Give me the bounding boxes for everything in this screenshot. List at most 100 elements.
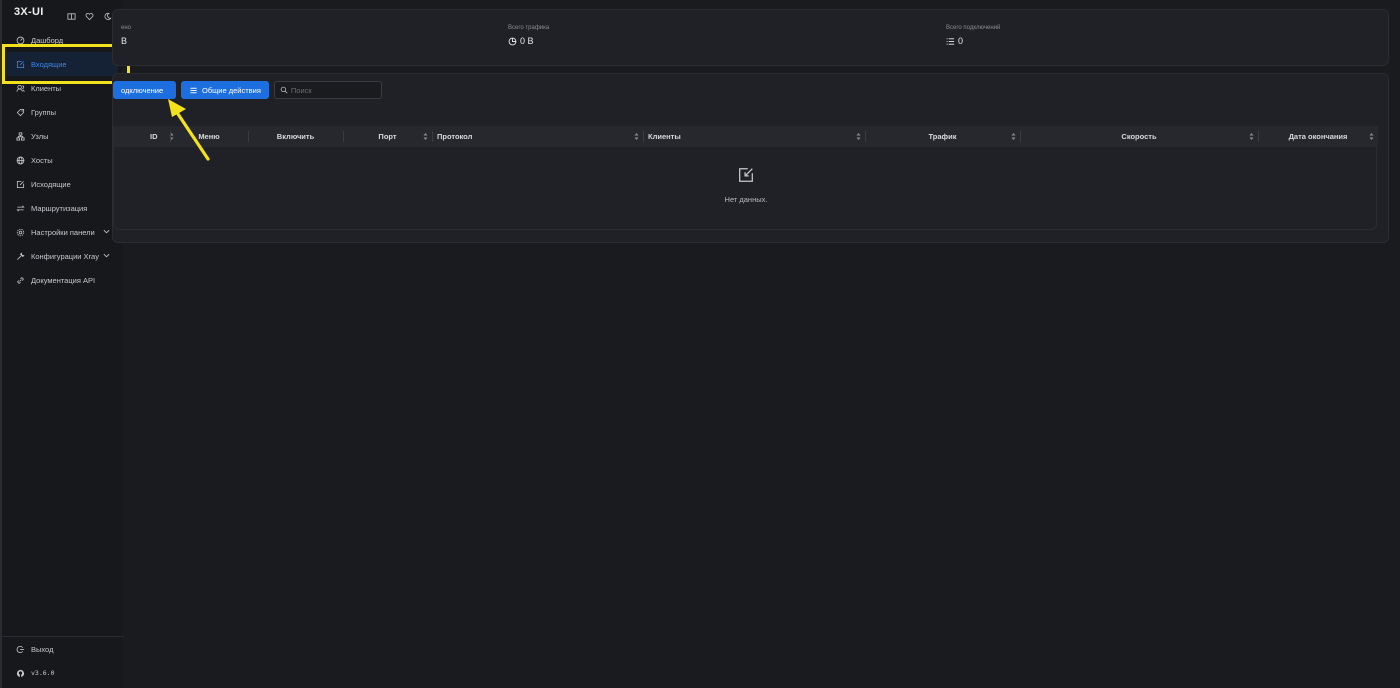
sidebar-item-clients[interactable]: Клиенты [2, 76, 122, 100]
sidebar-item-label: Документация API [31, 275, 96, 285]
sidebar-item-dashboard[interactable]: Дашборд [2, 28, 122, 52]
column-label: Скорость [1121, 132, 1157, 141]
outbound-icon [16, 180, 25, 189]
menu-icon [190, 87, 197, 93]
gear-icon [16, 228, 25, 237]
column-label: Включить [276, 132, 315, 141]
sidebar-item-label: Группы [31, 107, 56, 117]
sort-icon [423, 133, 428, 140]
logout-icon [16, 645, 25, 654]
stat-item-1: ено В [121, 25, 131, 46]
empty-state: Нет данных. [114, 166, 1378, 204]
globe-icon [16, 156, 25, 165]
table-header: ID Меню Включить Порт Протокол Клиенты Т… [114, 126, 1378, 147]
sidebar: 3X-UI Дашборд Входящие Клиенты Группы Уз… [0, 0, 124, 688]
stat-value: 0 B [508, 36, 549, 46]
column-header-protocol[interactable]: Протокол [432, 126, 643, 147]
nodes-icon [16, 131, 25, 141]
sidebar-item-label: Маршрутизация [31, 203, 88, 213]
sidebar-item-label: Конфигурации Xray [31, 251, 99, 261]
column-label: ID [150, 132, 158, 141]
chevron-down-icon [103, 228, 110, 235]
tool-icon [16, 251, 25, 261]
sidebar-item-label: Дашборд [31, 35, 64, 45]
column-header-id[interactable]: ID [150, 126, 174, 147]
stat-label: Всего подключений [946, 25, 1001, 31]
moon-icon[interactable] [103, 8, 112, 20]
column-label: Клиенты [648, 132, 681, 141]
sidebar-nav: Дашборд Входящие Клиенты Группы Узлы Хос… [2, 28, 122, 292]
sidebar-item-nodes[interactable]: Узлы [2, 124, 122, 148]
routing-icon [16, 204, 25, 213]
add-inbound-label: одключение [121, 85, 164, 95]
stat-label: ено [121, 25, 131, 31]
sort-icon [634, 133, 639, 140]
logout-button[interactable]: Выход [2, 637, 124, 661]
stat-value: В [121, 36, 131, 46]
search-box[interactable] [273, 81, 382, 99]
stat-value-text: 0 [958, 36, 964, 46]
sidebar-item-xray-configs[interactable]: Конфигурации Xray [2, 244, 122, 268]
empty-text: Нет данных. [724, 195, 768, 204]
column-header-traffic[interactable]: Трафик [865, 126, 1020, 147]
sidebar-item-api-docs[interactable]: Документация API [2, 268, 122, 292]
stat-value-text: В [121, 36, 128, 46]
list-icon [946, 37, 955, 45]
version-link[interactable]: v3.6.0 [2, 661, 124, 685]
heart-icon[interactable] [85, 8, 94, 20]
stats-card: ено В Всего трафика 0 B Всего подключени… [112, 9, 1389, 66]
empty-edit-icon [739, 168, 753, 182]
sidebar-item-label: Клиенты [31, 83, 62, 93]
sidebar-item-inbounds[interactable]: Входящие [6, 52, 118, 76]
sidebar-item-routing[interactable]: Маршрутизация [2, 196, 122, 220]
sort-icon [1249, 133, 1254, 140]
book-icon[interactable] [67, 8, 76, 20]
link-icon [16, 276, 25, 285]
chevron-down-icon [103, 252, 110, 259]
brand-row: 3X-UI [2, 0, 122, 24]
app-title: 3X-UI [14, 6, 44, 18]
general-actions-button[interactable]: Общие действия [181, 81, 269, 99]
sidebar-item-label: Входящие [31, 59, 67, 69]
stat-value-text: 0 B [520, 36, 534, 46]
column-header-expiry[interactable]: Дата окончания [1258, 126, 1378, 147]
sidebar-item-groups[interactable]: Группы [2, 100, 122, 124]
sidebar-item-label: Настройки панели [31, 227, 95, 237]
stat-total-traffic: Всего трафика 0 B [508, 25, 549, 46]
add-inbound-button[interactable]: одключение [113, 81, 176, 99]
dashboard-icon [16, 36, 25, 45]
column-label: Порт [378, 132, 397, 141]
tag-icon [16, 108, 25, 117]
toolbar: одключение Общие действия [113, 81, 382, 99]
sidebar-item-panel-settings[interactable]: Настройки панели [2, 220, 122, 244]
github-icon [16, 669, 25, 678]
sidebar-bottom: Выход v3.6.0 [2, 636, 124, 688]
users-icon [16, 84, 25, 93]
search-input[interactable] [290, 85, 381, 95]
general-actions-label: Общие действия [202, 85, 261, 95]
inbounds-table: ID Меню Включить Порт Протокол Клиенты Т… [113, 126, 1378, 230]
stat-label: Всего трафика [508, 25, 550, 31]
sidebar-item-outbounds[interactable]: Исходящие [2, 172, 122, 196]
search-icon [280, 86, 288, 94]
logout-label: Выход [31, 644, 54, 654]
column-header-clients[interactable]: Клиенты [643, 126, 865, 147]
column-header-enable: Включить [248, 126, 343, 147]
stat-total-connections: Всего подключений 0 [946, 25, 1000, 46]
inbounds-card: одключение Общие действия ID Меню Включи… [112, 73, 1389, 243]
inbound-icon [16, 60, 25, 69]
sidebar-item-label: Узлы [31, 131, 49, 141]
column-header-menu: Меню [170, 126, 248, 147]
column-header-speed[interactable]: Скорость [1020, 126, 1258, 147]
pie-chart-icon [508, 37, 517, 45]
column-label: Дата окончания [1288, 132, 1348, 141]
column-label: Меню [198, 132, 220, 141]
column-header-port[interactable]: Порт [343, 126, 432, 147]
column-label: Протокол [437, 132, 473, 141]
sort-icon [856, 133, 861, 140]
sidebar-item-hosts[interactable]: Хосты [2, 148, 122, 172]
sort-icon [1011, 133, 1016, 140]
sidebar-item-label: Хосты [31, 155, 53, 165]
column-label: Трафик [928, 132, 957, 141]
version-label: v3.6.0 [31, 669, 55, 677]
